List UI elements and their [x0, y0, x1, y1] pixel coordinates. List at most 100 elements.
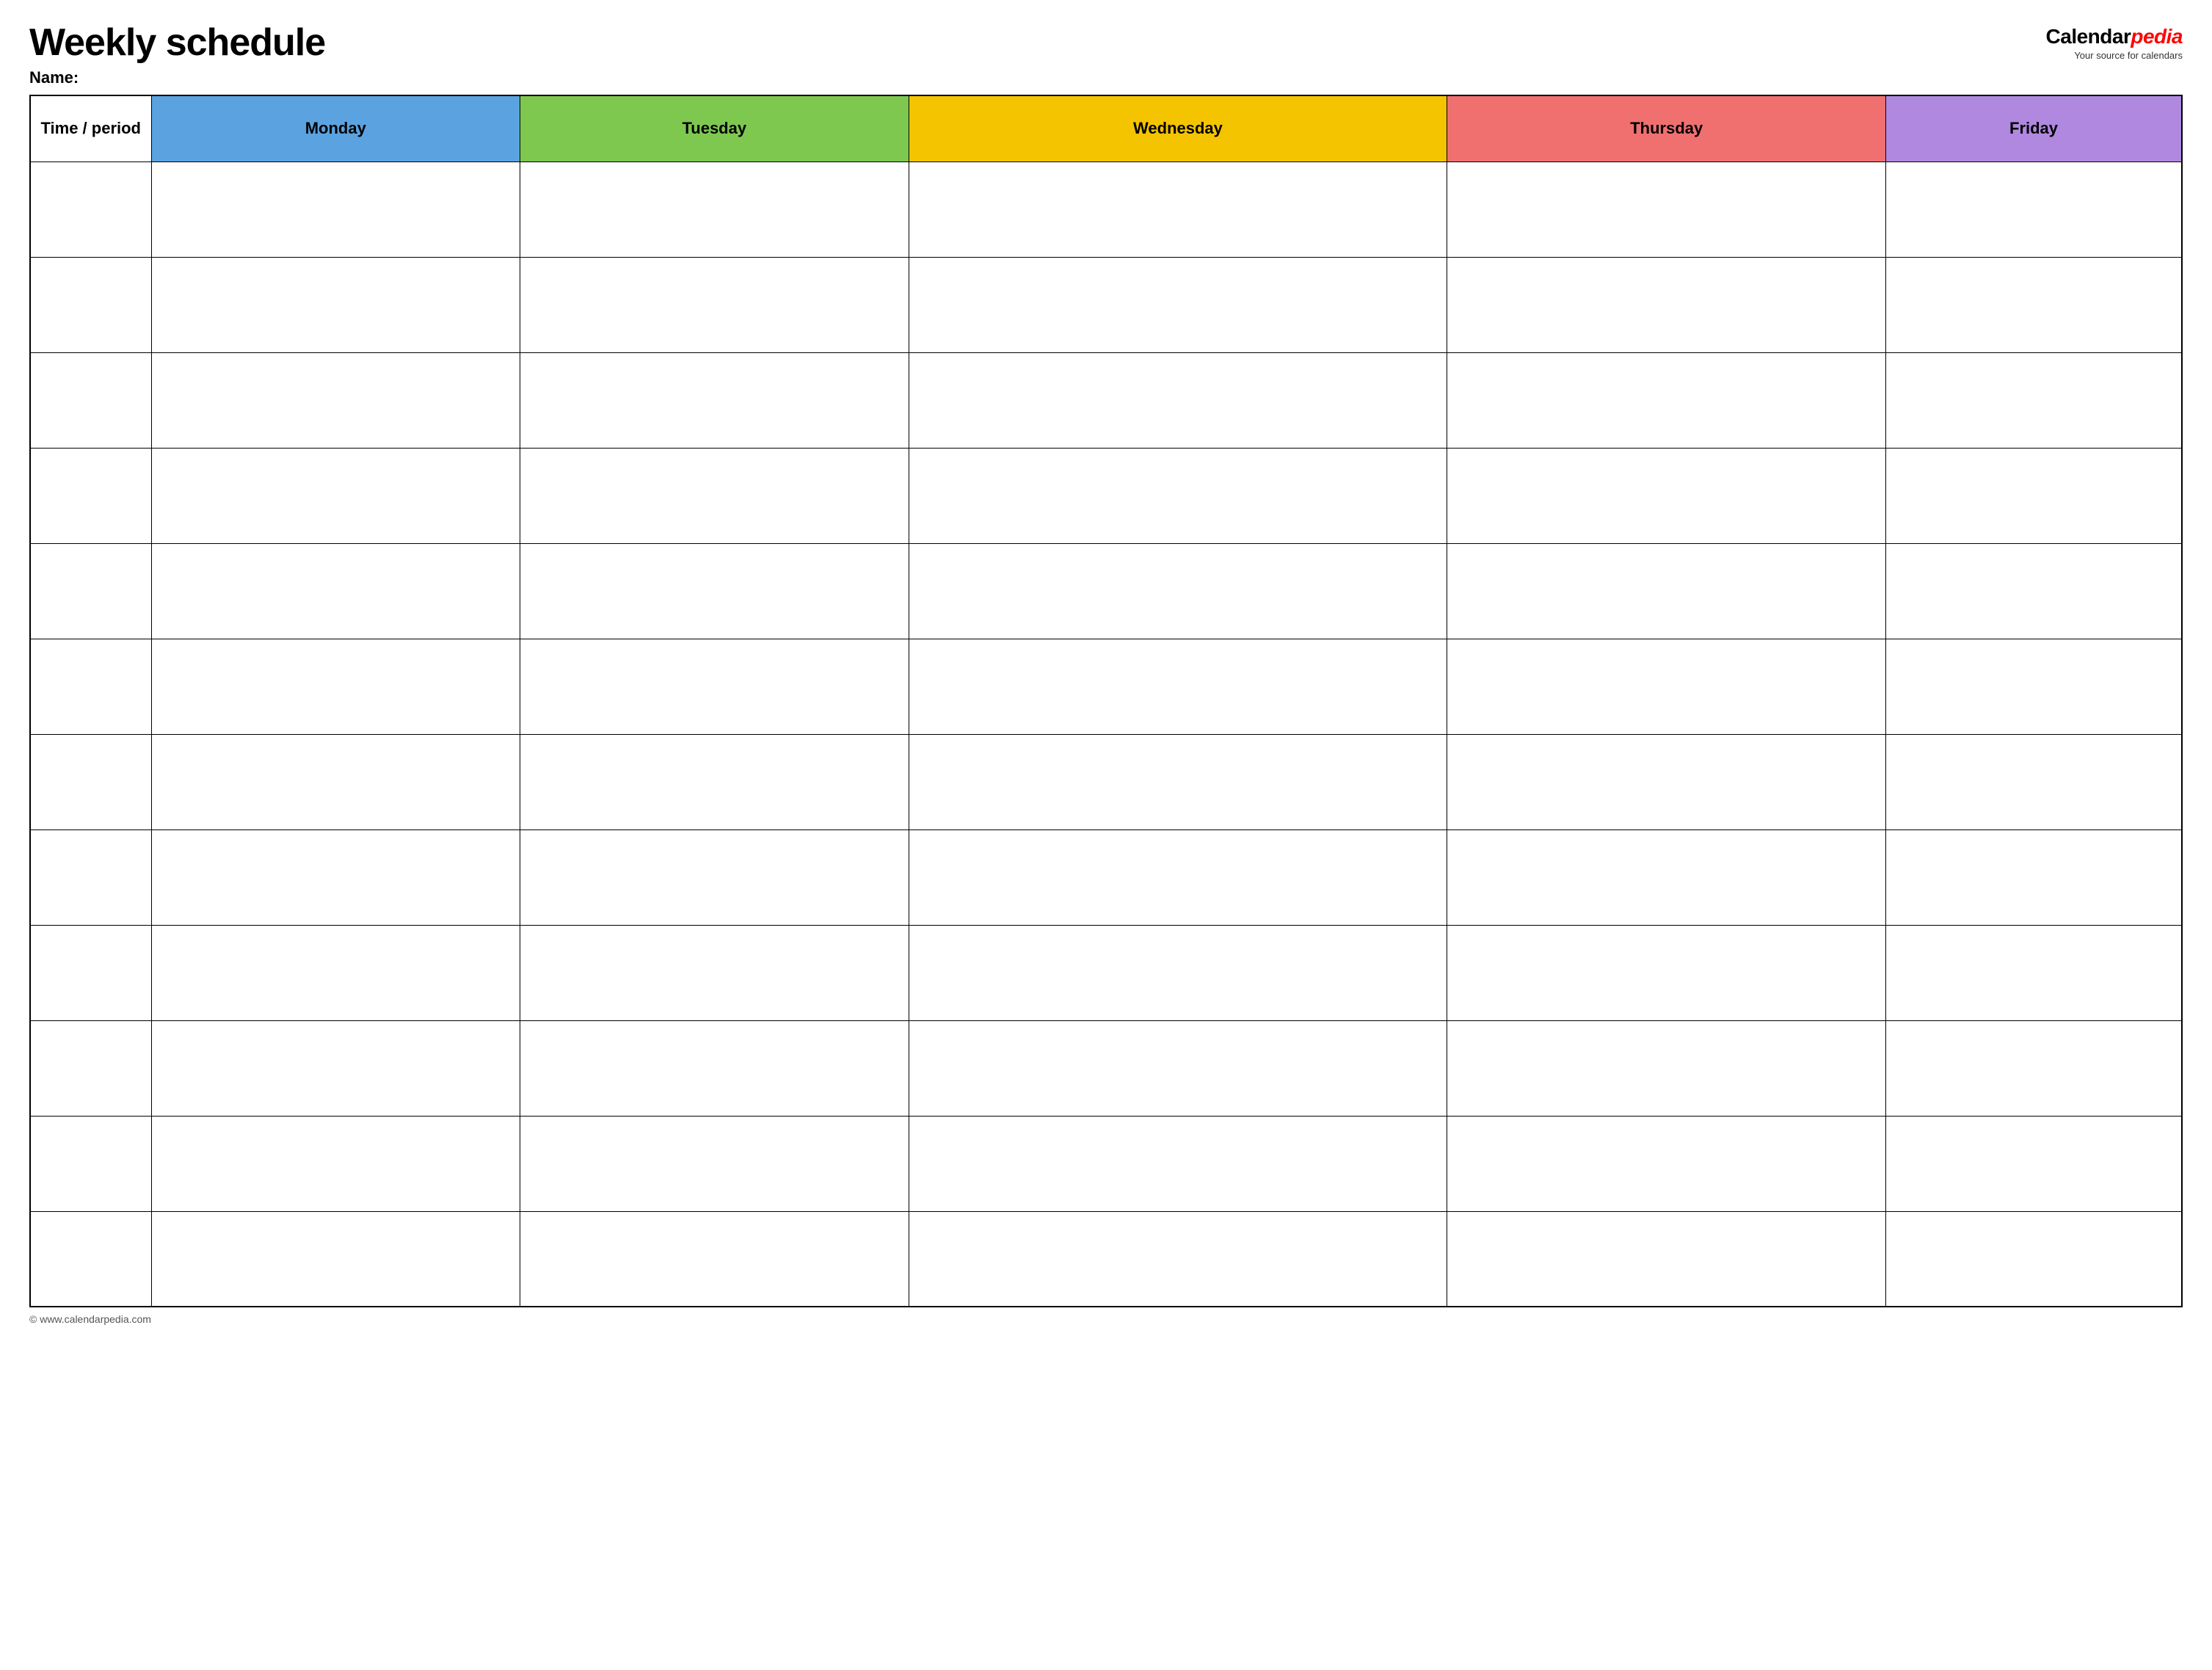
schedule-cell[interactable]: [520, 543, 909, 639]
schedule-cell[interactable]: [1447, 257, 1886, 352]
schedule-cell[interactable]: [909, 1020, 1447, 1116]
schedule-cell[interactable]: [1886, 161, 2182, 257]
schedule-cell[interactable]: [520, 448, 909, 543]
schedule-cell[interactable]: [151, 543, 520, 639]
schedule-cell[interactable]: [1886, 448, 2182, 543]
schedule-cell[interactable]: [1447, 829, 1886, 925]
time-cell[interactable]: [30, 352, 151, 448]
schedule-cell[interactable]: [1447, 352, 1886, 448]
schedule-cell[interactable]: [520, 257, 909, 352]
schedule-cell[interactable]: [1447, 161, 1886, 257]
footer-url: © www.calendarpedia.com: [29, 1313, 151, 1325]
col-header-thursday: Thursday: [1447, 95, 1886, 161]
schedule-cell[interactable]: [1886, 639, 2182, 734]
schedule-cell[interactable]: [520, 1211, 909, 1307]
schedule-cell[interactable]: [520, 829, 909, 925]
schedule-cell[interactable]: [151, 925, 520, 1020]
schedule-cell[interactable]: [1886, 352, 2182, 448]
schedule-cell[interactable]: [151, 257, 520, 352]
schedule-cell[interactable]: [1447, 734, 1886, 829]
schedule-cell[interactable]: [1886, 543, 2182, 639]
table-header-row: Time / period Monday Tuesday Wednesday T…: [30, 95, 2182, 161]
schedule-cell[interactable]: [520, 734, 909, 829]
schedule-cell[interactable]: [1886, 829, 2182, 925]
schedule-cell[interactable]: [1447, 448, 1886, 543]
logo-subtitle: Your source for calendars: [2074, 50, 2183, 61]
schedule-cell[interactable]: [151, 1211, 520, 1307]
table-row: [30, 639, 2182, 734]
schedule-cell[interactable]: [1886, 257, 2182, 352]
time-cell[interactable]: [30, 448, 151, 543]
schedule-cell[interactable]: [909, 639, 1447, 734]
schedule-cell[interactable]: [1886, 1211, 2182, 1307]
schedule-cell[interactable]: [1447, 925, 1886, 1020]
schedule-cell[interactable]: [151, 639, 520, 734]
schedule-cell[interactable]: [151, 1116, 520, 1211]
schedule-cell[interactable]: [520, 161, 909, 257]
schedule-cell[interactable]: [1447, 1020, 1886, 1116]
table-row: [30, 161, 2182, 257]
schedule-cell[interactable]: [1447, 639, 1886, 734]
col-header-tuesday: Tuesday: [520, 95, 909, 161]
schedule-cell[interactable]: [909, 1211, 1447, 1307]
schedule-cell[interactable]: [909, 352, 1447, 448]
time-cell[interactable]: [30, 1020, 151, 1116]
schedule-cell[interactable]: [151, 1020, 520, 1116]
schedule-cell[interactable]: [1447, 543, 1886, 639]
page-title: Weekly schedule: [29, 22, 325, 64]
schedule-cell[interactable]: [151, 734, 520, 829]
table-row: [30, 1020, 2182, 1116]
schedule-cell[interactable]: [909, 448, 1447, 543]
logo-text: Calendarpedia: [2046, 25, 2183, 48]
schedule-cell[interactable]: [520, 639, 909, 734]
table-row: [30, 257, 2182, 352]
name-label: Name:: [29, 68, 325, 87]
time-cell[interactable]: [30, 734, 151, 829]
schedule-cell[interactable]: [909, 734, 1447, 829]
table-row: [30, 543, 2182, 639]
table-row: [30, 448, 2182, 543]
schedule-cell[interactable]: [520, 1116, 909, 1211]
schedule-cell[interactable]: [520, 1020, 909, 1116]
schedule-cell[interactable]: [1886, 734, 2182, 829]
schedule-cell[interactable]: [151, 161, 520, 257]
schedule-cell[interactable]: [909, 829, 1447, 925]
col-header-wednesday: Wednesday: [909, 95, 1447, 161]
schedule-cell[interactable]: [909, 1116, 1447, 1211]
time-cell[interactable]: [30, 829, 151, 925]
schedule-cell[interactable]: [909, 161, 1447, 257]
col-header-monday: Monday: [151, 95, 520, 161]
schedule-cell[interactable]: [909, 925, 1447, 1020]
schedule-cell[interactable]: [520, 352, 909, 448]
table-row: [30, 829, 2182, 925]
page-header: Weekly schedule Name: Calendarpedia Your…: [29, 22, 2183, 87]
time-cell[interactable]: [30, 161, 151, 257]
logo-calendar: Calendar: [2046, 25, 2131, 48]
time-cell[interactable]: [30, 925, 151, 1020]
schedule-body: [30, 161, 2182, 1307]
footer: © www.calendarpedia.com: [29, 1313, 2183, 1325]
col-header-friday: Friday: [1886, 95, 2182, 161]
table-row: [30, 734, 2182, 829]
schedule-table: Time / period Monday Tuesday Wednesday T…: [29, 95, 2183, 1307]
schedule-cell[interactable]: [909, 257, 1447, 352]
time-cell[interactable]: [30, 1211, 151, 1307]
table-row: [30, 925, 2182, 1020]
schedule-cell[interactable]: [1886, 1116, 2182, 1211]
logo-section: Calendarpedia Your source for calendars: [2046, 25, 2183, 61]
schedule-cell[interactable]: [1447, 1211, 1886, 1307]
schedule-cell[interactable]: [1886, 1020, 2182, 1116]
time-cell[interactable]: [30, 1116, 151, 1211]
schedule-cell[interactable]: [520, 925, 909, 1020]
schedule-cell[interactable]: [1447, 1116, 1886, 1211]
time-cell[interactable]: [30, 543, 151, 639]
schedule-cell[interactable]: [151, 352, 520, 448]
schedule-cell[interactable]: [909, 543, 1447, 639]
time-cell[interactable]: [30, 639, 151, 734]
schedule-cell[interactable]: [151, 829, 520, 925]
col-header-time: Time / period: [30, 95, 151, 161]
table-row: [30, 1116, 2182, 1211]
schedule-cell[interactable]: [1886, 925, 2182, 1020]
schedule-cell[interactable]: [151, 448, 520, 543]
time-cell[interactable]: [30, 257, 151, 352]
